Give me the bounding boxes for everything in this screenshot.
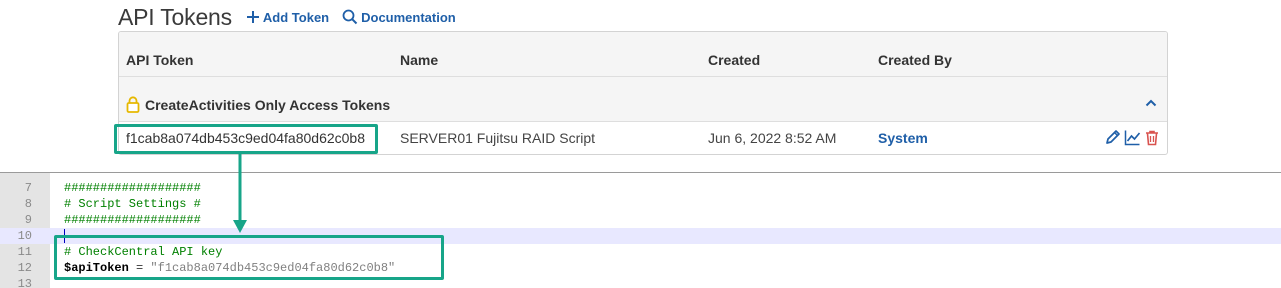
plus-icon (246, 11, 259, 23)
code-text: ################### (64, 213, 201, 227)
code-line: 8 # Script Settings # (0, 196, 1281, 212)
group-title: CreateActivities Only Access Tokens (145, 97, 391, 113)
trash-icon[interactable] (1144, 129, 1160, 146)
code-line: 7 ################### (0, 180, 1281, 196)
page-header: API Tokens Add Token Documentation (118, 3, 456, 31)
column-header-created[interactable]: Created (708, 52, 760, 68)
line-number: 10 (17, 229, 32, 243)
table-header: API Token Name Created Created By (119, 32, 1167, 77)
documentation-label: Documentation (361, 9, 456, 25)
edit-icon[interactable] (1104, 129, 1121, 146)
line-number: 11 (17, 245, 32, 259)
token-created: Jun 6, 2022 8:52 AM (708, 130, 837, 146)
chevron-up-icon[interactable] (1145, 99, 1157, 107)
add-token-button[interactable]: Add Token (246, 10, 329, 25)
line-number: 12 (17, 261, 32, 275)
page-title: API Tokens (118, 3, 232, 30)
token-group-header[interactable]: CreateActivities Only Access Tokens (119, 77, 1167, 122)
lock-icon (126, 96, 140, 113)
row-actions (1104, 129, 1160, 146)
line-number: 9 (24, 213, 32, 227)
column-header-name[interactable]: Name (400, 52, 438, 68)
search-icon (342, 9, 358, 25)
token-name: SERVER01 Fujitsu RAID Script (400, 130, 596, 146)
token-created-by-link[interactable]: System (878, 130, 928, 146)
line-number: 7 (24, 181, 32, 195)
code-text: # Script Settings # (64, 197, 201, 211)
code-text: ################### (64, 181, 201, 195)
column-header-api-token[interactable]: API Token (126, 52, 193, 68)
code-line: 9 ################### (0, 212, 1281, 228)
column-header-created-by[interactable]: Created By (878, 52, 952, 68)
chart-icon[interactable] (1124, 129, 1141, 146)
documentation-link[interactable]: Documentation (342, 9, 456, 25)
add-token-label: Add Token (262, 9, 330, 25)
token-highlight-box (114, 124, 378, 154)
code-highlight-box (54, 235, 444, 280)
line-number: 13 (17, 277, 32, 288)
line-number: 8 (24, 197, 32, 211)
